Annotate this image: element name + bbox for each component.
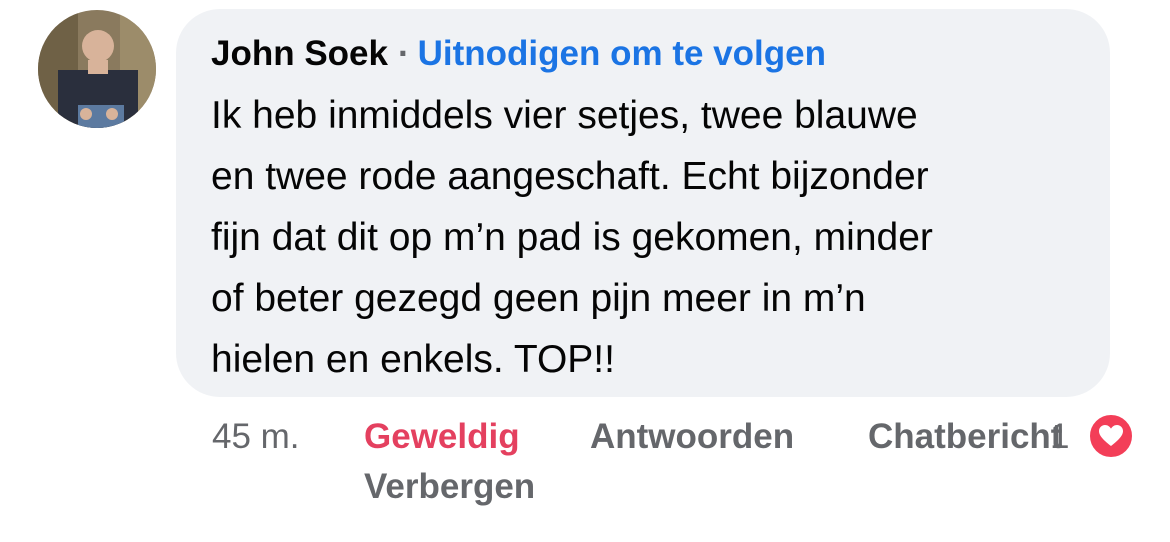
comment-text-line: hielen en enkels. TOP!! xyxy=(211,338,615,381)
reply-button[interactable]: Antwoorden xyxy=(590,414,794,460)
reaction-count[interactable]: 1 xyxy=(1050,414,1069,460)
comment-timestamp[interactable]: 45 m. xyxy=(212,414,300,460)
comment-container: John Soek · Uitnodigen om te volgen Ik heb… xyxy=(0,0,1170,542)
avatar-photo xyxy=(38,10,156,128)
author-name[interactable]: John Soek xyxy=(211,34,388,73)
invite-to-follow-link[interactable]: Uitnodigen om te volgen xyxy=(418,34,826,73)
comment-header: John Soek · Uitnodigen om te volgen xyxy=(211,33,826,75)
comment-text-line: Ik heb inmiddels vier setjes, twee blauw… xyxy=(211,94,918,137)
comment-text: Ik heb inmiddels vier setjes, twee blauw… xyxy=(211,85,1091,390)
separator-dot: · xyxy=(397,34,410,73)
chat-message-button[interactable]: Chatbericht xyxy=(868,414,1062,460)
avatar[interactable] xyxy=(38,10,156,128)
heart-icon[interactable] xyxy=(1087,412,1135,460)
comment-text-line: fijn dat dit op m’n pad is gekomen, mind… xyxy=(211,216,933,259)
comment-text-line: en twee rode aangeschaft. Echt bijzonder xyxy=(211,155,929,198)
reaction-button[interactable]: Geweldig xyxy=(364,414,520,460)
comment-text-line: of beter gezegd geen pijn meer in m’n xyxy=(211,277,866,320)
heart-shape xyxy=(1099,425,1123,446)
comment-bubble: John Soek · Uitnodigen om te volgen Ik heb… xyxy=(176,9,1110,397)
hide-button[interactable]: Verbergen xyxy=(364,464,535,510)
